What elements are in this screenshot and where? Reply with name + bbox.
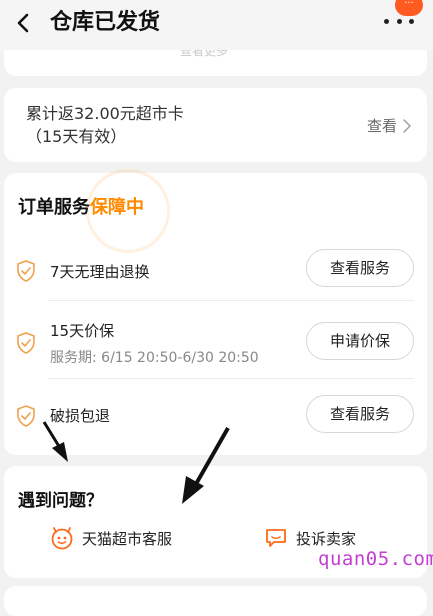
complain-seller-button[interactable]: 投诉卖家 [264, 526, 356, 550]
shield-check-icon [17, 405, 35, 427]
back-arrow-icon [17, 13, 29, 33]
more-options-button[interactable] [384, 14, 414, 28]
view-service-button[interactable]: 查看服务 [306, 249, 414, 287]
service-name: 7天无理由退换 [50, 263, 150, 281]
tmall-supermarket-service-button[interactable]: 天猫超市客服 [50, 526, 172, 550]
page-title: 仓库已发货 [50, 10, 161, 35]
tmall-service-label: 天猫超市客服 [82, 529, 173, 548]
more-dot-icon [409, 18, 414, 24]
message-badge[interactable]: ··· [395, 0, 423, 16]
rebate-card: 累计返32.00元超市卡 （15天有效） 查看 [4, 88, 427, 162]
rebate-view-link[interactable]: 查看 [367, 115, 411, 136]
service-face-icon [51, 527, 73, 550]
apply-price-protection-button[interactable]: 申请价保 [306, 322, 414, 360]
rebate-validity-text: （15天有效） [26, 127, 127, 146]
next-card [4, 586, 427, 616]
top-bar: 仓库已发货 ··· [0, 0, 433, 50]
order-service-title-main: 订单服务 [18, 197, 90, 218]
more-dot-icon [384, 18, 389, 24]
shield-check-icon [17, 332, 35, 354]
complain-seller-label: 投诉卖家 [296, 529, 357, 548]
chevron-right-icon [403, 118, 411, 133]
help-title: 遇到问题？ [18, 491, 103, 511]
rebate-amount-text: 累计返32.00元超市卡 [26, 104, 184, 123]
complaint-chat-icon [266, 529, 286, 547]
site-watermark: quan05.com [318, 548, 433, 570]
rebate-view-label: 查看 [366, 117, 397, 135]
order-service-title: 订单服务保障中 [18, 193, 144, 219]
view-service-button[interactable]: 查看服务 [306, 395, 414, 433]
order-service-card: 订单服务保障中 7天无理由退换 查看服务 15天价保 服务期: 6/15 20:… [4, 169, 427, 455]
service-row-return: 7天无理由退换 查看服务 [16, 243, 414, 301]
service-period: 服务期: 6/15 20:50-6/30 20:50 [50, 350, 259, 366]
previous-card: 查看更多 [4, 50, 427, 76]
rebate-info: 累计返32.00元超市卡 （15天有效） [26, 102, 184, 148]
shield-check-icon [17, 260, 35, 282]
service-name: 15天价保 [50, 322, 115, 340]
service-row-damage-return: 破损包退 查看服务 [16, 379, 414, 449]
back-button[interactable] [10, 8, 36, 38]
previous-card-text[interactable]: 查看更多 [180, 50, 228, 59]
more-dot-icon [396, 18, 402, 24]
order-service-title-accent: 保障中 [90, 197, 144, 218]
service-row-price-protection: 15天价保 服务期: 6/15 20:50-6/30 20:50 申请价保 [16, 301, 414, 379]
service-name: 破损包退 [50, 407, 111, 425]
